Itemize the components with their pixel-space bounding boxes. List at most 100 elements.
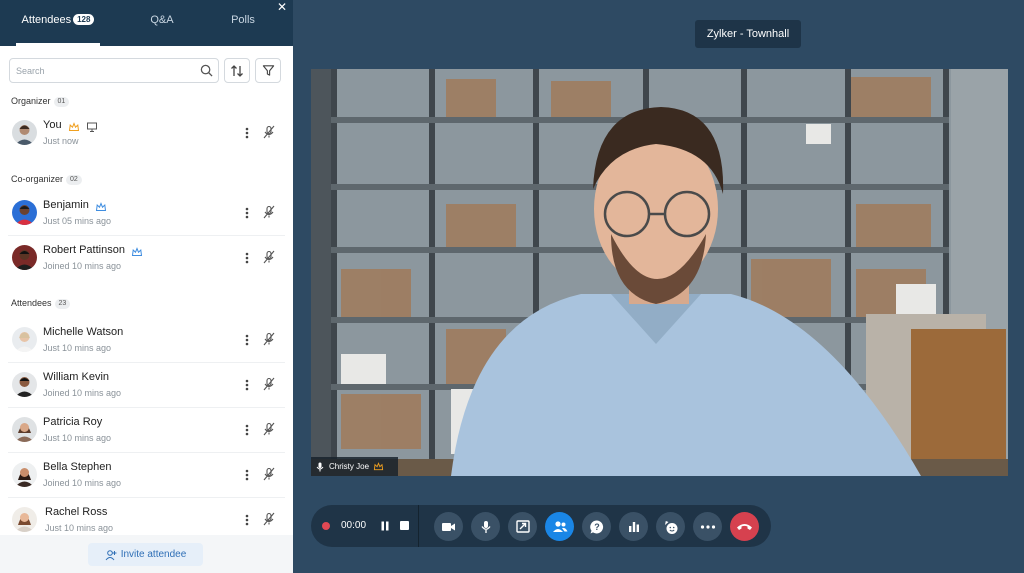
mic-off-icon[interactable]: [262, 205, 276, 219]
meeting-controls-bar: 00:00 ?: [311, 505, 771, 547]
close-panel-icon[interactable]: ✕: [275, 0, 289, 14]
invite-attendee-button[interactable]: Invite attendee: [88, 543, 203, 566]
tab-polls[interactable]: Polls: [220, 0, 266, 46]
participant-status: Just 10 mins ago: [43, 343, 112, 353]
participant-name: Bella Stephen: [43, 461, 112, 473]
camera-button[interactable]: [434, 512, 463, 541]
poll-chart-icon: [628, 522, 639, 532]
microphone-icon: [480, 520, 491, 533]
participant-name: Rachel Ross: [45, 506, 108, 518]
controls-divider: [418, 505, 419, 547]
participant-row[interactable]: You Just now: [0, 112, 285, 156]
microphone-button[interactable]: [471, 512, 500, 541]
search-input[interactable]: [16, 62, 191, 80]
cohost-crown-icon: [95, 202, 107, 211]
more-options-icon[interactable]: [240, 204, 254, 222]
avatar: [12, 507, 37, 532]
participants-button[interactable]: [545, 512, 574, 541]
more-options-icon[interactable]: [240, 466, 254, 484]
video-frame-image: [311, 69, 1008, 476]
more-button[interactable]: [693, 512, 722, 541]
host-crown-icon: [373, 462, 384, 471]
recording-indicator: [322, 522, 330, 530]
invite-bar: Invite attendee: [0, 535, 293, 573]
mic-off-icon[interactable]: [262, 125, 276, 139]
speaker-name: Christy Joe: [329, 462, 370, 471]
participant-row[interactable]: Michelle Watson Just 10 mins ago: [0, 319, 285, 363]
participant-status: Joined 10 mins ago: [43, 388, 122, 398]
coorganizer-count-badge: 02: [66, 175, 82, 185]
end-call-button[interactable]: [730, 512, 759, 541]
avatar: [12, 327, 37, 352]
mic-off-icon[interactable]: [262, 422, 276, 436]
mic-off-icon[interactable]: [262, 512, 276, 526]
search-box: [9, 58, 219, 83]
attendees-section-header: Attendees 23: [11, 298, 71, 309]
polls-button[interactable]: [619, 512, 648, 541]
participant-name: Michelle Watson: [43, 326, 124, 338]
hang-up-icon: [737, 524, 752, 530]
pause-recording-icon[interactable]: [379, 520, 391, 532]
attendees-section-label: Attendees: [11, 298, 52, 308]
reactions-button[interactable]: [656, 512, 685, 541]
participant-row[interactable]: Bella Stephen Joined 10 mins ago: [0, 454, 285, 498]
filter-button[interactable]: [255, 58, 281, 83]
svg-text:?: ?: [594, 522, 600, 532]
organizer-section-header: Organizer 01: [11, 96, 70, 107]
recording-timer: 00:00: [341, 520, 367, 531]
participant-row[interactable]: Patricia Roy Just 10 mins ago: [0, 409, 285, 453]
sort-button[interactable]: [224, 58, 250, 83]
invite-attendee-label: Invite attendee: [120, 549, 187, 560]
coorganizer-section-label: Co-organizer: [11, 174, 64, 184]
more-options-icon[interactable]: [240, 421, 254, 439]
share-screen-button[interactable]: [508, 512, 537, 541]
participant-status: Just 05 mins ago: [43, 216, 112, 226]
more-options-icon[interactable]: [240, 331, 254, 349]
participant-status: Just now: [43, 136, 79, 146]
mic-off-icon[interactable]: [262, 332, 276, 346]
presenting-icon: [87, 122, 97, 132]
participant-row[interactable]: Robert Pattinson Joined 10 mins ago: [0, 237, 285, 281]
active-speaker-label: Christy Joe: [311, 457, 398, 476]
panel-tab-bar: Attendees 128 Q&A Polls ✕: [0, 0, 293, 46]
participant-row[interactable]: Benjamin Just 05 mins ago: [0, 192, 285, 236]
host-crown-icon: [68, 122, 80, 131]
share-screen-icon: [515, 520, 530, 533]
microphone-icon: [316, 462, 324, 471]
participant-row[interactable]: William Kevin Joined 10 mins ago: [0, 364, 285, 408]
more-options-icon[interactable]: [240, 249, 254, 267]
add-user-icon: [105, 549, 117, 560]
meeting-title: Zylker - Townhall: [695, 20, 801, 48]
cohost-crown-icon: [131, 247, 143, 256]
search-icon[interactable]: [200, 64, 213, 77]
participant-name: Robert Pattinson: [43, 244, 125, 256]
mic-off-icon[interactable]: [262, 250, 276, 264]
tab-qa[interactable]: Q&A: [138, 0, 186, 46]
qa-button[interactable]: ?: [582, 512, 611, 541]
row-divider: [8, 452, 285, 453]
participant-status: Joined 10 mins ago: [43, 261, 122, 271]
tab-attendees[interactable]: Attendees 128: [16, 0, 100, 46]
stop-recording-button[interactable]: [400, 521, 409, 530]
avatar: [12, 372, 37, 397]
participant-status: Joined 10 mins ago: [43, 478, 122, 488]
attendees-section-count-badge: 23: [54, 299, 71, 309]
avatar: [12, 120, 37, 145]
participants-icon: [552, 521, 567, 532]
tab-attendees-label: Attendees: [21, 14, 72, 26]
participant-name: You: [43, 119, 62, 131]
more-options-icon[interactable]: [240, 376, 254, 394]
mic-off-icon[interactable]: [262, 377, 276, 391]
mic-off-icon[interactable]: [262, 467, 276, 481]
filter-icon: [262, 65, 274, 76]
participant-name: William Kevin: [43, 371, 110, 383]
row-divider: [8, 497, 285, 498]
row-divider: [8, 235, 285, 236]
participant-name: Benjamin: [43, 199, 89, 211]
more-options-icon[interactable]: [240, 511, 254, 529]
avatar: [12, 462, 37, 487]
speaker-video: [311, 69, 1008, 476]
avatar: [12, 200, 37, 225]
recording-controls: 00:00: [311, 505, 418, 547]
more-options-icon[interactable]: [240, 124, 254, 142]
